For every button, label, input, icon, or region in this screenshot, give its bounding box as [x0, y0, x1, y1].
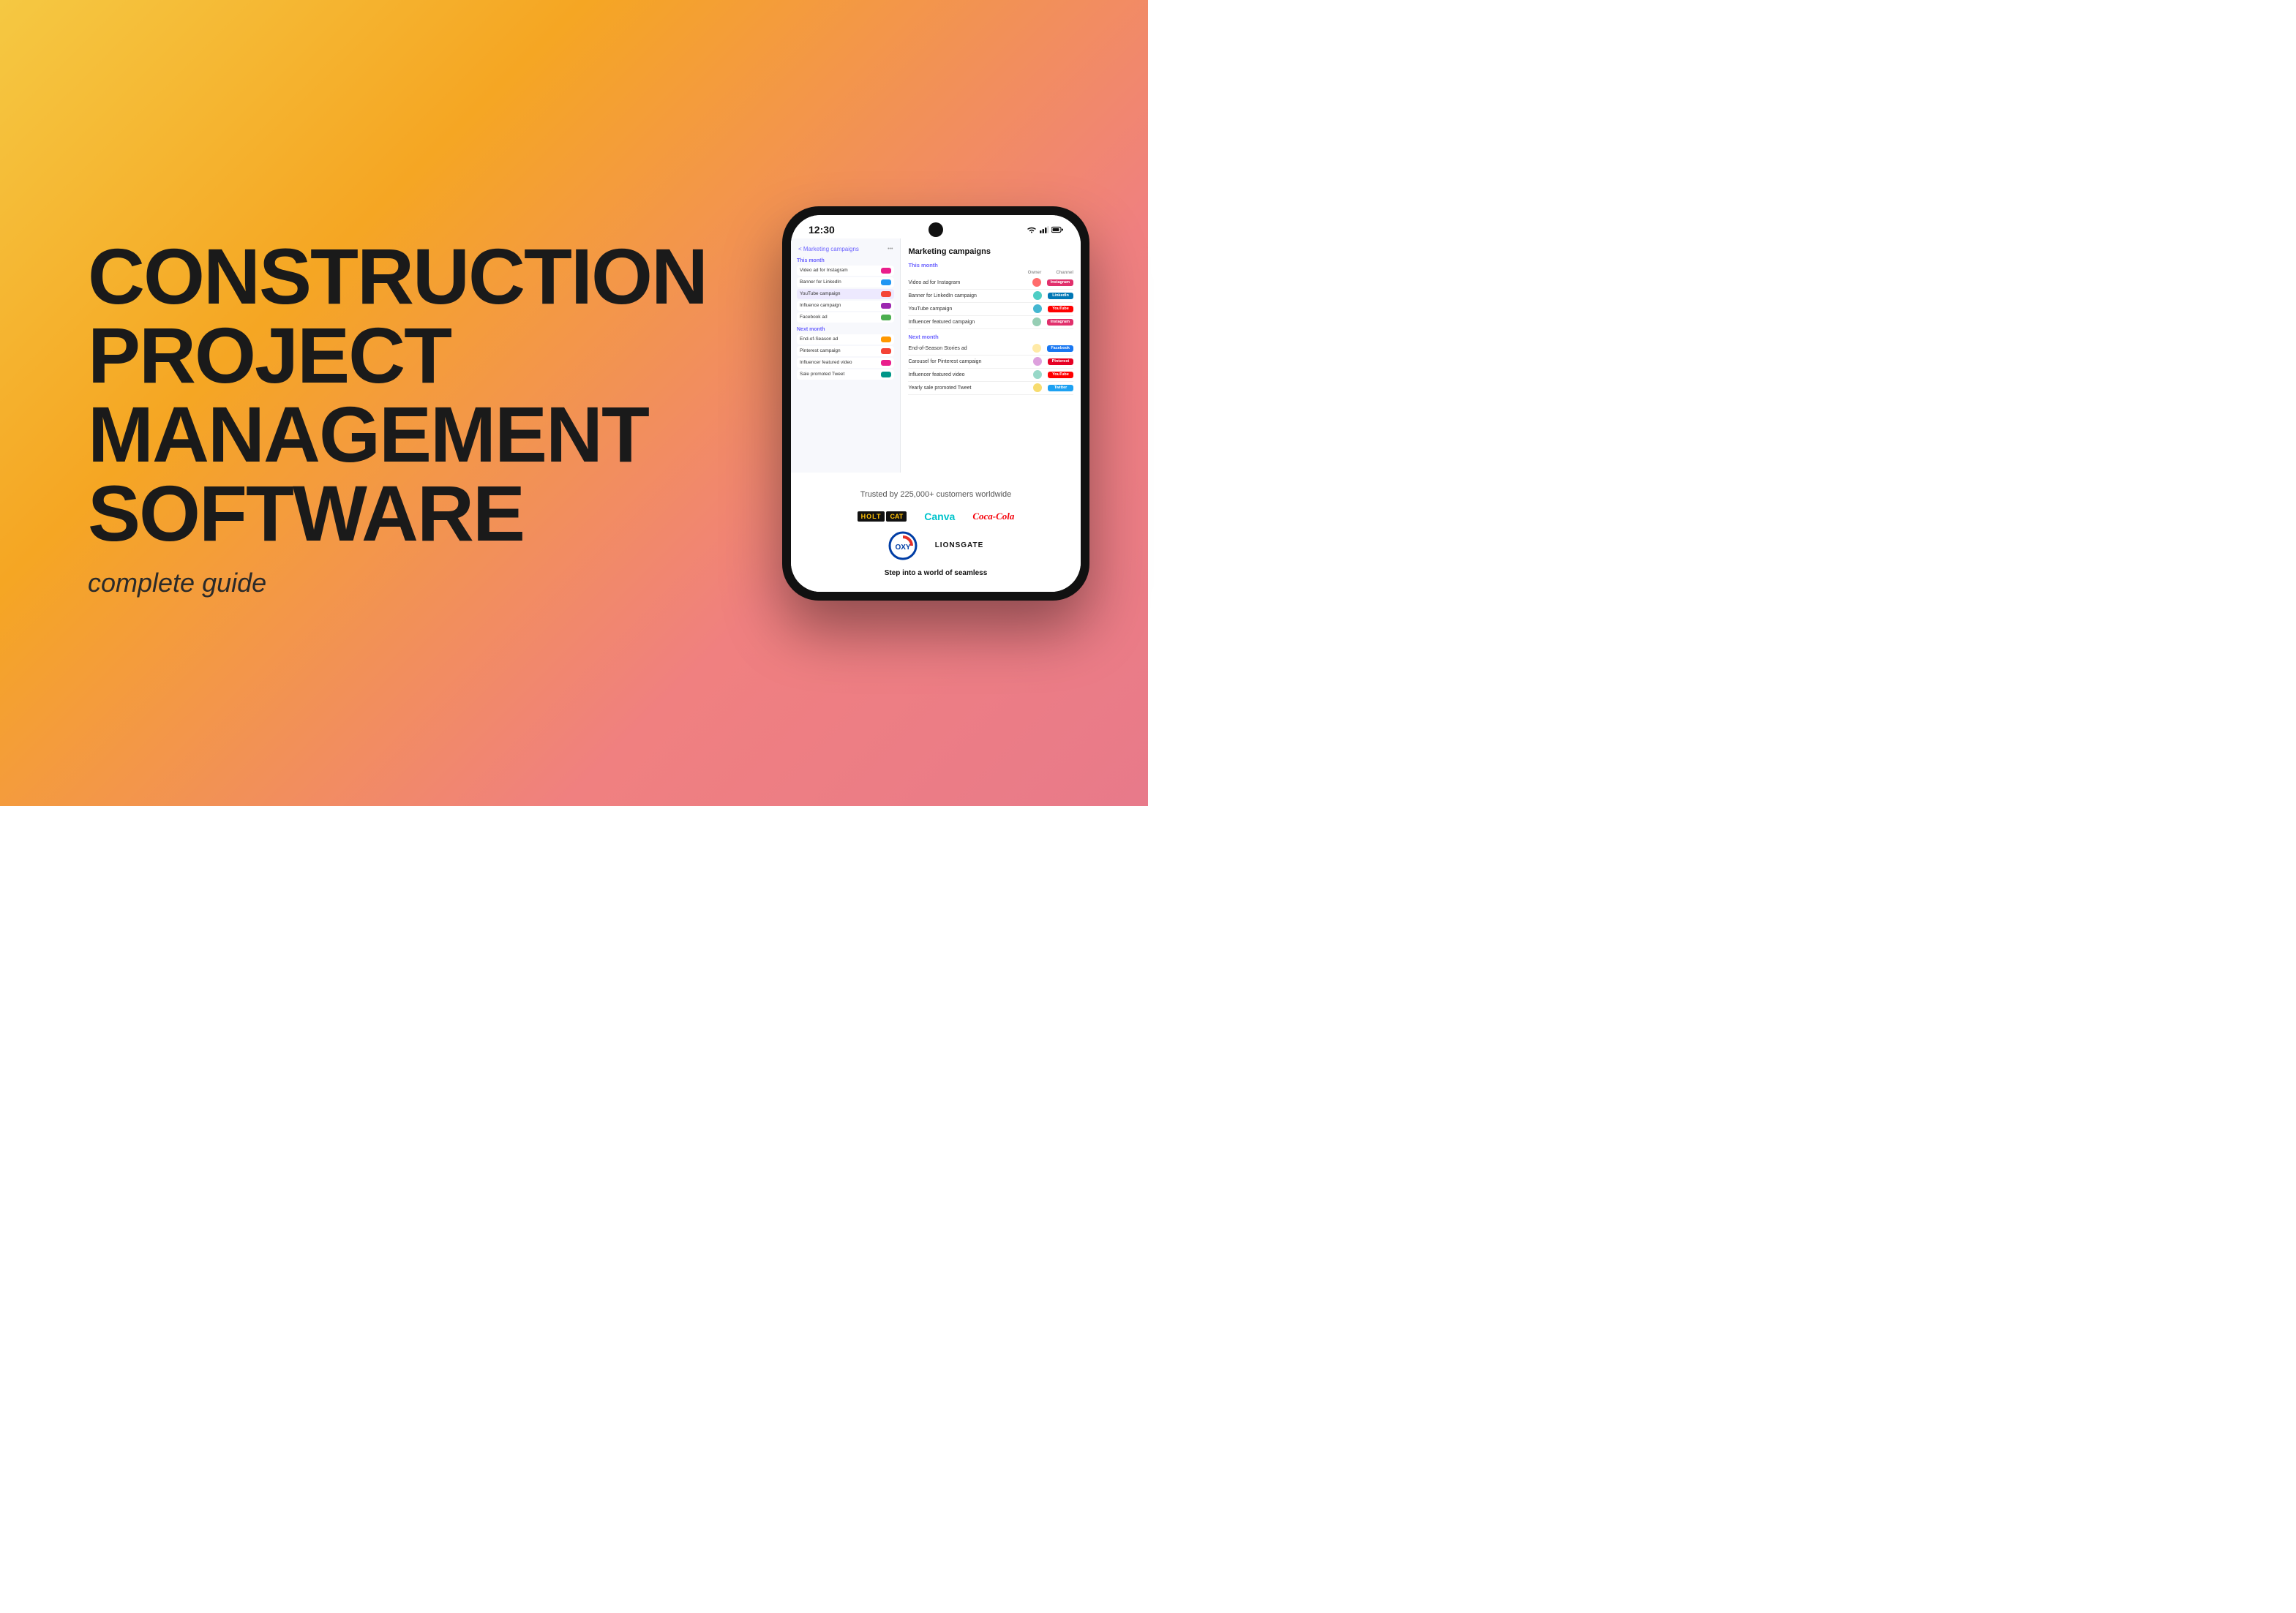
left-content: CONSTRUCTION PROJECT MANAGEMENT SOFTWARE…	[88, 208, 527, 598]
subtitle: complete guide	[88, 568, 527, 598]
row-right: Pinterest	[1033, 357, 1073, 366]
back-button[interactable]: < Marketing campaigns	[798, 246, 859, 252]
split-view: < Marketing campaigns ••• This month Vid…	[791, 238, 1081, 473]
holt-logo: HOLT	[858, 511, 885, 522]
detail-row[interactable]: Carousel for Pinterest campaign Pinteres…	[908, 356, 1073, 369]
item-dot	[881, 268, 891, 274]
lionsgate-logo: LIONSGATE	[935, 541, 984, 549]
detail-this-month: This month	[908, 262, 1073, 268]
item-dot	[881, 348, 891, 354]
list-item[interactable]: Pinterest campaign	[797, 346, 894, 356]
step-text: Step into a world of seamless	[806, 569, 1066, 577]
cat-logo: CAT	[886, 511, 907, 522]
battery-icon	[1051, 226, 1063, 233]
status-icons	[1027, 226, 1063, 233]
holt-cat-logo: HOLT CAT	[858, 511, 907, 522]
row-right: Facebook	[1032, 344, 1073, 353]
item-dot	[881, 291, 891, 297]
logos-row-1: HOLT CAT Canva Coca-Cola	[806, 511, 1066, 522]
phone-screen: 12:30	[791, 215, 1081, 592]
phone-mockup: 12:30	[782, 206, 1089, 601]
list-item[interactable]: Sale promoted Tweet	[797, 369, 894, 380]
detail-next-month: Next month	[908, 334, 1073, 340]
item-dot	[881, 279, 891, 285]
avatar	[1033, 304, 1042, 313]
status-time: 12:30	[809, 224, 835, 236]
camera-notch	[928, 222, 943, 237]
avatar	[1033, 383, 1042, 392]
row-right: Twitter	[1033, 383, 1073, 392]
list-next-month-label: Next month	[797, 327, 894, 332]
channel-badge: YouTube	[1048, 372, 1073, 378]
cocacola-logo: Coca-Cola	[972, 511, 1014, 522]
wifi-icon	[1027, 226, 1037, 233]
channel-badge: LinkedIn	[1048, 293, 1073, 299]
list-header: < Marketing campaigns •••	[797, 246, 894, 252]
page-background: CONSTRUCTION PROJECT MANAGEMENT SOFTWARE…	[0, 0, 1148, 806]
oxy-circle-logo: OXY	[888, 531, 918, 560]
channel-badge: Facebook	[1047, 345, 1073, 352]
channel-badge: Twitter	[1048, 385, 1073, 391]
avatar	[1033, 370, 1042, 379]
row-right: LinkedIn	[1033, 291, 1073, 300]
avatar	[1033, 357, 1042, 366]
detail-row[interactable]: Yearly sale promoted Tweet Twitter	[908, 382, 1073, 395]
logos-row-2: OXY LIONSGATE	[806, 531, 1066, 560]
right-content: 12:30	[665, 206, 1089, 601]
list-item[interactable]: YouTube campaign	[797, 289, 894, 299]
title-line4: SOFTWARE	[88, 474, 527, 553]
channel-badge: Pinterest	[1048, 358, 1073, 365]
row-right: YouTube	[1033, 304, 1073, 313]
channel-badge: Instagram	[1047, 319, 1073, 326]
detail-row[interactable]: Banner for LinkedIn campaign LinkedIn	[908, 290, 1073, 303]
detail-panel: Marketing campaigns This month Owner Cha…	[901, 238, 1081, 473]
list-item[interactable]: Facebook ad	[797, 312, 894, 323]
avatar	[1032, 344, 1041, 353]
svg-text:OXY: OXY	[895, 544, 910, 552]
list-item[interactable]: Influencer featured video	[797, 358, 894, 368]
status-bar: 12:30	[791, 215, 1081, 238]
canva-logo: Canva	[924, 511, 955, 522]
item-dot	[881, 303, 891, 309]
signal-icon	[1040, 226, 1048, 233]
oxy-logo-wrap: OXY	[888, 531, 918, 560]
title-line2: PROJECT	[88, 316, 527, 395]
row-right: Instagram	[1032, 278, 1073, 287]
trusted-section: Trusted by 225,000+ customers worldwide …	[791, 473, 1081, 592]
list-this-month-label: This month	[797, 258, 894, 263]
list-panel: < Marketing campaigns ••• This month Vid…	[791, 238, 901, 473]
avatar	[1033, 291, 1042, 300]
item-dot	[881, 360, 891, 366]
detail-title: Marketing campaigns	[908, 247, 1073, 256]
list-item[interactable]: Influence campaign	[797, 301, 894, 311]
item-dot	[881, 336, 891, 342]
row-right: YouTube	[1033, 370, 1073, 379]
title-line3: MANAGEMENT	[88, 395, 527, 474]
item-dot	[881, 372, 891, 377]
detail-row[interactable]: YouTube campaign YouTube	[908, 303, 1073, 316]
detail-row[interactable]: Influencer featured campaign Instagram	[908, 316, 1073, 329]
channel-badge: Instagram	[1047, 279, 1073, 286]
item-dot	[881, 315, 891, 320]
main-title: CONSTRUCTION PROJECT MANAGEMENT SOFTWARE	[88, 237, 527, 553]
trusted-title: Trusted by 225,000+ customers worldwide	[806, 490, 1066, 499]
list-item[interactable]: Banner for LinkedIn	[797, 277, 894, 287]
avatar	[1032, 278, 1041, 287]
detail-row[interactable]: Video ad for Instagram Instagram	[908, 277, 1073, 290]
channel-badge: YouTube	[1048, 306, 1073, 312]
list-item[interactable]: Video ad for Instagram	[797, 266, 894, 276]
list-item[interactable]: End-of-Season ad	[797, 334, 894, 345]
detail-table-header: Owner Channel	[908, 271, 1073, 275]
row-right: Instagram	[1032, 317, 1073, 326]
detail-row[interactable]: End-of-Season Stories ad Facebook	[908, 342, 1073, 356]
detail-row[interactable]: Influencer featured video YouTube	[908, 369, 1073, 382]
title-line1: CONSTRUCTION	[88, 237, 527, 316]
avatar	[1032, 317, 1041, 326]
